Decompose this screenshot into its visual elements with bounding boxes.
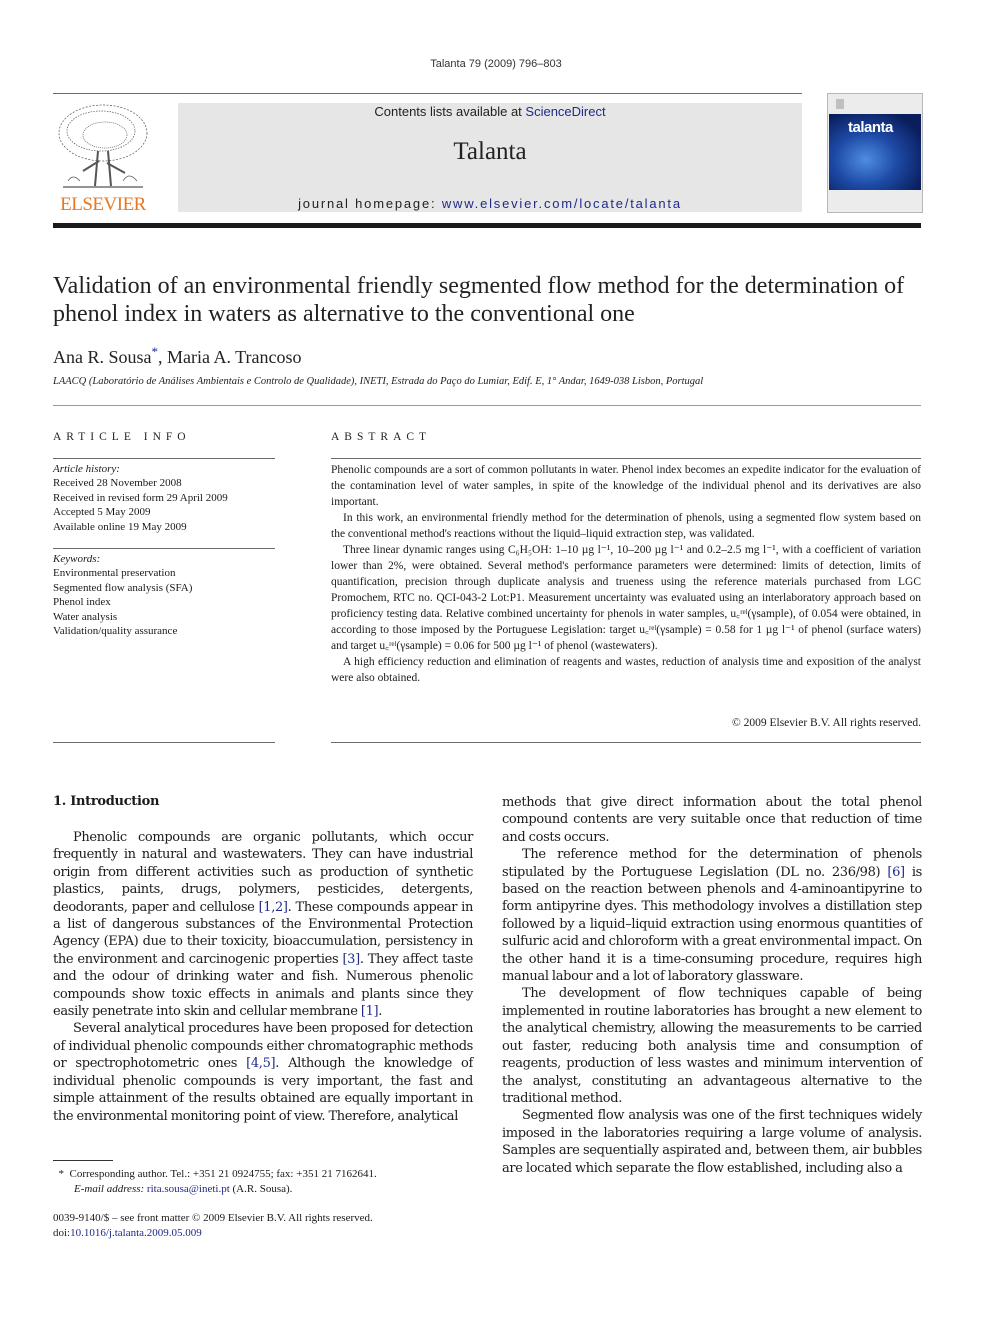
abstract-heading: ABSTRACT [331,431,432,443]
header-thick-divider [53,223,921,228]
tree-icon [58,104,148,188]
body-paragraph: Several analytical procedures have been … [53,1020,473,1124]
email-note: E-mail address: rita.sousa@ineti.pt (A.R… [53,1182,493,1197]
body-paragraph: Segmented flow analysis was one of the f… [502,1108,922,1176]
history-item: Accepted 5 May 2009 [53,506,151,519]
body-paragraph: methods that give direct information abo… [502,795,922,845]
abstract-paragraph: A high efficiency reduction and eliminat… [331,656,921,684]
text-run: . [378,1004,383,1020]
keywords: Keywords: Environmental preservation Seg… [53,552,275,638]
footnote-mark: * [58,1168,65,1180]
author-separator: , [158,347,167,367]
body-column-right: methods that give direct information abo… [502,794,922,1177]
abstract-bottom-divider [331,742,921,743]
history-item: Received 28 November 2008 [53,477,182,490]
affiliation-divider [53,405,921,406]
footnote-divider [53,1160,113,1161]
contents-prefix: Contents lists available at [374,104,526,119]
history-item: Available online 19 May 2009 [53,520,187,533]
article-info-heading: ARTICLE INFO [53,431,191,443]
citation-link[interactable]: [3] [342,952,360,967]
keywords-divider [53,548,275,549]
keyword-item: Segmented flow analysis (SFA) [53,581,193,594]
author-name: Ana R. Sousa [53,347,152,367]
email-link[interactable]: rita.sousa@ineti.pt [147,1183,230,1195]
journal-homepage-link[interactable]: www.elsevier.com/locate/talanta [442,196,682,211]
elsevier-wordmark: ELSEVIER [60,194,146,215]
abstract-copyright: © 2009 Elsevier B.V. All rights reserved… [732,717,921,729]
body-column-left: Phenolic compounds are organic pollutant… [53,829,473,1125]
keyword-item: Environmental preservation [53,567,176,580]
header-divider [53,93,802,94]
abstract-paragraph: Phenolic compounds are a sort of common … [331,464,921,508]
citation-link[interactable]: [6] [887,865,905,880]
sciencedirect-link[interactable]: ScienceDirect [525,104,605,119]
keyword-item: Water analysis [53,610,118,623]
abstract-divider [331,458,921,459]
article-info-divider [53,458,275,459]
body-paragraph: Phenolic compounds are organic pollutant… [53,829,473,1020]
homepage-prefix: journal homepage: [298,196,442,211]
article-title: Validation of an environmental friendly … [53,273,905,327]
footnote: * Corresponding author. Tel.: +351 21 09… [53,1167,493,1196]
journal-cover-thumbnail: talanta [827,93,923,213]
front-matter: 0039-9140/$ – see front matter © 2009 El… [53,1211,493,1240]
text-run: The reference method for the determinati… [502,847,922,880]
cover-publisher-icon [836,99,844,109]
section-heading-introduction: 1. Introduction [53,794,160,809]
issn-line: 0039-9140/$ – see front matter © 2009 El… [53,1212,373,1224]
article-info-bottom-divider [53,742,275,743]
email-label: E-mail address: [74,1182,145,1195]
doi-label: doi: [53,1226,71,1239]
running-head: Talanta 79 (2009) 796–803 [430,58,562,70]
text-run: is based on the reaction between phenols… [502,864,923,985]
cover-title: talanta [848,119,893,136]
body-paragraph: The development of flow techniques capab… [502,986,922,1106]
abstract-paragraph: In this work, an environmental friendly … [331,512,921,540]
corresponding-author-text: Corresponding author. Tel.: +351 21 0924… [69,1168,377,1180]
abstract-body: Phenolic compounds are a sort of common … [331,462,921,686]
journal-name: Talanta [453,138,527,165]
history-item: Received in revised form 29 April 2009 [53,491,228,504]
keyword-item: Validation/quality assurance [53,625,178,638]
keyword-item: Phenol index [53,596,111,609]
homepage-line: journal homepage: www.elsevier.com/locat… [178,196,802,211]
author-name: Maria A. Trancoso [167,347,302,367]
affiliation: LAACQ (Laboratório de Análises Ambientai… [53,376,704,387]
author-list: Ana R. Sousa*, Maria A. Trancoso [53,344,302,368]
keywords-label: Keywords: [53,553,101,565]
doi-link[interactable]: 10.1016/j.talanta.2009.05.009 [70,1227,202,1239]
email-suffix: (A.R. Sousa). [229,1182,293,1195]
abstract-paragraph: Three linear dynamic ranges using C₆H₅OH… [331,544,921,652]
citation-link[interactable]: [1,2] [259,900,288,915]
corresponding-author-note: * Corresponding author. Tel.: +351 21 09… [53,1167,493,1182]
contents-line: Contents lists available at ScienceDirec… [178,104,802,119]
body-paragraph: The reference method for the determinati… [502,846,922,985]
doi-line: doi:10.1016/j.talanta.2009.05.009 [53,1226,493,1241]
citation-link[interactable]: [4,5] [246,1056,275,1071]
article-history-label: Article history: [53,463,120,475]
article-history: Article history: Received 28 November 20… [53,462,275,534]
journal-banner: Contents lists available at ScienceDirec… [178,103,802,212]
citation-link[interactable]: [1] [361,1004,379,1019]
